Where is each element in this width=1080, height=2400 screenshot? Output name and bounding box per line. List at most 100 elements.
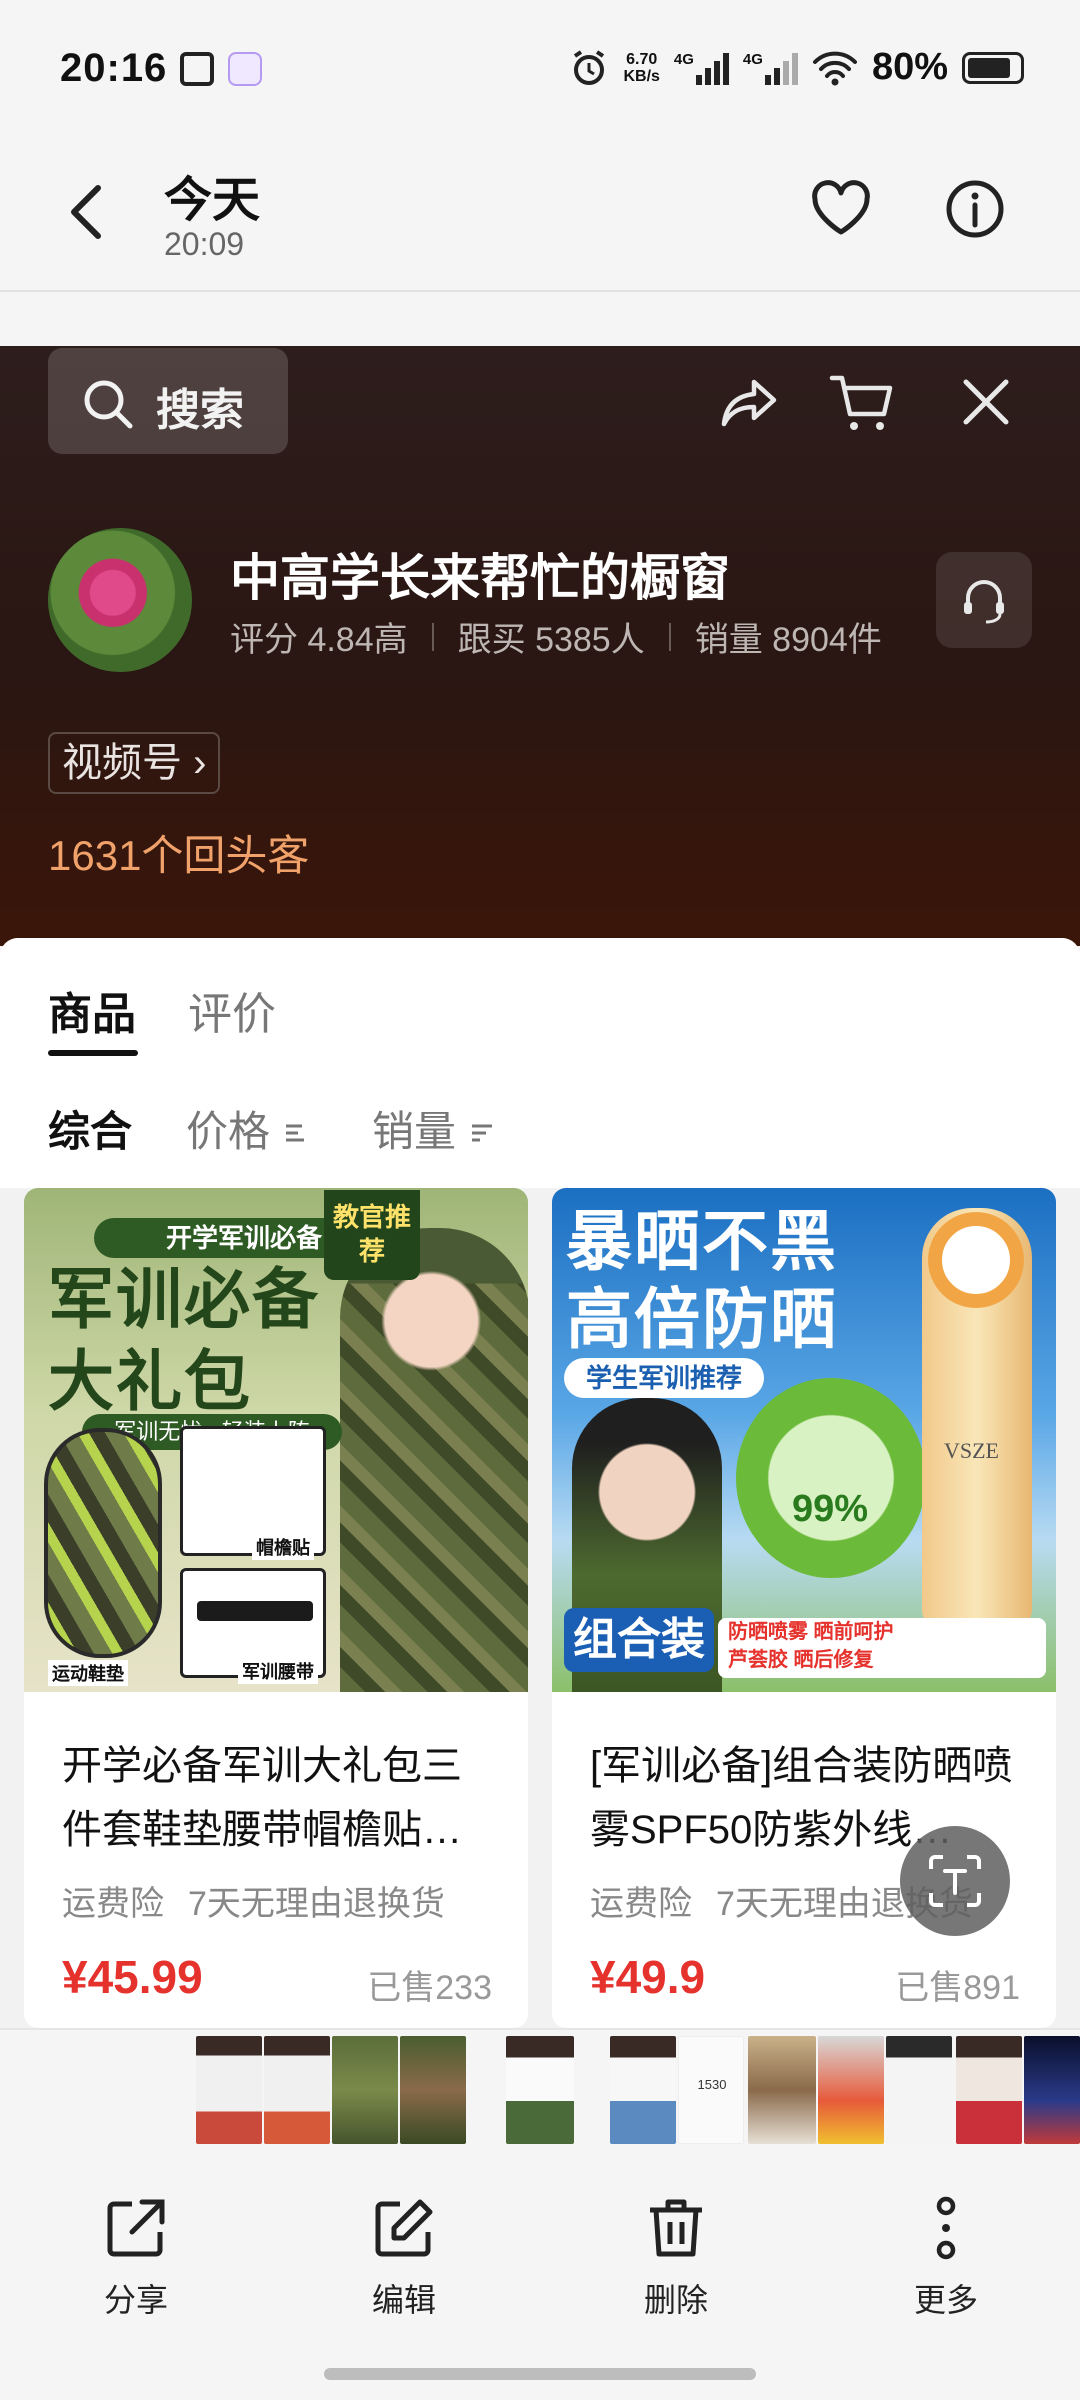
sort-price[interactable]: 价格 <box>186 1098 308 1159</box>
aloe-percent: 99% <box>792 1488 869 1530</box>
thumbnail-counter[interactable]: 1530 <box>678 2036 744 2144</box>
more-label: 更多 <box>913 2282 978 2318</box>
more-vertical-icon <box>936 2196 956 2260</box>
home-indicator[interactable] <box>324 2368 756 2380</box>
search-button[interactable]: 搜索 <box>48 348 288 454</box>
wifi-icon <box>812 51 857 85</box>
app-notification-icon <box>180 52 214 86</box>
screen: 20:16 6.70 KB/s 4G 4G 80% 今天 20:09 搜索 中高… <box>0 0 1080 2400</box>
returning-customers: 1631个回头客 <box>48 832 310 879</box>
thumbnail[interactable] <box>1024 2036 1080 2144</box>
active-tab-indicator <box>48 1050 138 1056</box>
thumbnail[interactable] <box>332 2036 398 2144</box>
divider <box>668 622 671 651</box>
thumbnail[interactable] <box>400 2036 466 2144</box>
product-image[interactable]: 99% VSZE 暴晒不黑 高倍防晒 学生军训推荐 组合装 防晒喷雾 晒前呵护 芦荟… <box>552 1188 1056 1692</box>
edit-button[interactable]: 编辑 <box>334 2196 474 2321</box>
thumbnail-strip: 1530 <box>0 2028 1080 2150</box>
channel-link[interactable]: 视频号 › <box>48 732 221 794</box>
app-notification-icon-2 <box>228 52 262 86</box>
sort-icon <box>285 1124 304 1142</box>
label-insole: 运动鞋垫 <box>48 1660 128 1686</box>
more-button[interactable]: 更多 <box>876 2196 1016 2321</box>
thumbnail[interactable] <box>610 2036 676 2144</box>
close-icon[interactable] <box>960 376 1012 428</box>
store-followers: 跟买 5385人 <box>457 621 645 659</box>
tab-bar: 商品 评价 <box>0 938 1080 1078</box>
cart-icon[interactable] <box>828 372 894 434</box>
image-strip: 防晒喷雾 晒前呵护 芦荟胶 晒后修复 <box>718 1618 1046 1678</box>
signal-icon-1: 4G <box>674 51 729 85</box>
trash-icon <box>650 2199 702 2257</box>
product-image[interactable]: 开学军训必备 军训必备大礼包 教官推荐 军训无忧 · 轻装上阵 运动鞋垫 帽檐贴… <box>24 1188 528 1692</box>
share-arrow-icon[interactable] <box>720 374 780 430</box>
text-recognition-icon <box>929 1855 981 1907</box>
thumbnail[interactable] <box>506 2036 574 2144</box>
info-icon[interactable] <box>944 178 1006 240</box>
spray-cap-graphic <box>928 1212 1024 1308</box>
image-headline: 暴晒不黑 高倍防晒 <box>566 1204 838 1356</box>
product-price: ¥49.9 <box>590 1951 706 2003</box>
product-sold: 已售891 <box>895 1969 1020 2007</box>
heart-icon[interactable] <box>810 180 872 238</box>
battery-percent: 80% <box>871 46 948 88</box>
signal-icon-2: 4G <box>743 51 798 85</box>
search-icon <box>84 380 133 429</box>
edit-label: 编辑 <box>371 2282 436 2318</box>
back-arrow-icon[interactable] <box>62 182 112 242</box>
page-subtitle: 20:09 <box>164 226 245 262</box>
delete-button[interactable]: 删除 <box>606 2196 746 2321</box>
brand-text: VSZE <box>944 1438 999 1463</box>
image-subline: 学生军训推荐 <box>564 1358 764 1398</box>
thumbnail[interactable] <box>956 2036 1022 2144</box>
store-stats: 评分 4.84高 跟买 5385人 销量 8904件 <box>230 612 882 661</box>
store-name: 中高学长来帮忙的橱窗 <box>230 550 730 606</box>
status-time: 20:16 <box>60 46 168 90</box>
alarm-icon <box>574 49 605 85</box>
store-header: 搜索 中高学长来帮忙的橱窗 评分 4.84高 跟买 5385人 销量 8904件… <box>0 346 1080 946</box>
headset-icon <box>964 580 1004 624</box>
product-sold: 已售233 <box>367 1969 492 2007</box>
label-belt: 军训腰带 <box>238 1658 318 1684</box>
divider <box>431 622 434 651</box>
delete-label: 删除 <box>643 2282 708 2318</box>
store-rating: 评分 4.84高 <box>230 621 408 659</box>
chevron-right-icon: › <box>193 741 207 785</box>
thumbnail[interactable] <box>886 2036 952 2144</box>
store-avatar[interactable] <box>48 528 192 672</box>
page-title: 今天 <box>164 174 261 227</box>
customer-service-button[interactable] <box>936 552 1032 648</box>
edit-icon <box>375 2199 433 2257</box>
aloe-gel-graphic <box>736 1378 926 1578</box>
sort-icon <box>471 1124 492 1142</box>
status-bar: 20:16 6.70 KB/s 4G 4G 80% <box>0 0 1080 130</box>
tab-products[interactable]: 商品 <box>48 978 136 1042</box>
product-price: ¥45.99 <box>62 1951 203 2003</box>
spacer <box>0 292 1080 346</box>
search-label: 搜索 <box>156 386 244 435</box>
battery-icon <box>962 51 1024 84</box>
top-bar: 今天 20:09 <box>0 130 1080 292</box>
store-sales: 销量 8904件 <box>694 621 882 659</box>
image-combo-label: 组合装 <box>564 1608 714 1672</box>
tab-reviews[interactable]: 评价 <box>188 978 276 1042</box>
share-icon <box>107 2199 165 2257</box>
product-tags: 运费险 7天无理由退换货 <box>62 1885 445 1923</box>
status-indicators: 6.70 KB/s 4G 4G 80% <box>569 46 1024 89</box>
share-button[interactable]: 分享 <box>66 2196 206 2321</box>
thumbnail[interactable] <box>196 2036 262 2144</box>
product-card[interactable]: 开学军训必备 军训必备大礼包 教官推荐 军训无忧 · 轻装上阵 运动鞋垫 帽檐贴… <box>24 1188 528 2028</box>
image-badge: 教官推荐 <box>324 1190 420 1280</box>
share-label: 分享 <box>103 2282 168 2318</box>
thumbnail[interactable] <box>818 2036 884 2144</box>
text-scan-button[interactable] <box>900 1826 1010 1936</box>
product-title[interactable]: 开学必备军训大礼包三件套鞋垫腰带帽檐贴… <box>62 1734 498 1862</box>
sort-overall[interactable]: 综合 <box>48 1098 132 1159</box>
insole-graphic <box>44 1428 162 1658</box>
network-speed: 6.70 KB/s <box>623 50 660 85</box>
thumbnail[interactable] <box>264 2036 330 2144</box>
thumbnail[interactable] <box>748 2036 816 2144</box>
model-figure <box>340 1228 528 1692</box>
sort-sales[interactable]: 销量 <box>372 1098 494 1159</box>
image-headline: 军训必备 大礼包 <box>48 1262 320 1418</box>
